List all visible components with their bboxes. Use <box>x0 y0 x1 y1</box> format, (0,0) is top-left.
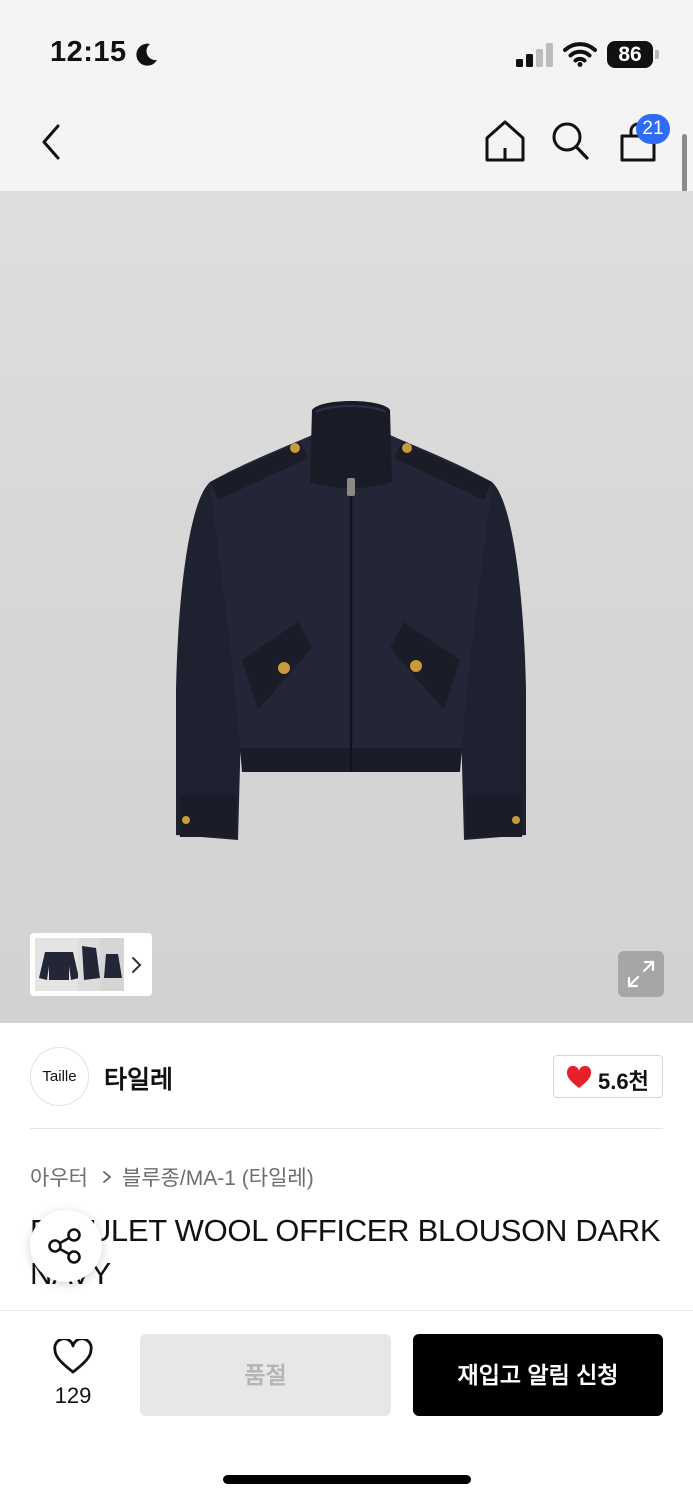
thumbnail-front[interactable] <box>35 938 83 991</box>
thumbnail-back[interactable] <box>100 938 124 991</box>
back-button[interactable] <box>36 120 72 164</box>
chevron-right-icon[interactable] <box>131 955 143 975</box>
battery-cap <box>655 50 659 59</box>
wishlist-button[interactable]: 129 <box>40 1339 106 1409</box>
share-icon <box>48 1228 81 1264</box>
breadcrumb: 아우터 블루종/MA-1 (타일레) <box>30 1162 314 1192</box>
cellular-signal-icon <box>516 43 553 67</box>
wishlist-count: 129 <box>54 1383 92 1408</box>
brand-logo[interactable]: Taille <box>30 1047 89 1106</box>
heart-outline-icon <box>53 1339 93 1374</box>
wifi-icon <box>563 42 597 67</box>
battery-level: 86 <box>607 41 653 68</box>
battery-indicator: 86 <box>607 41 659 68</box>
expand-icon <box>627 960 655 988</box>
restock-alert-button[interactable]: 재입고 알림 신청 <box>413 1334 663 1416</box>
bottom-action-bar: 129 품절 재입고 알림 신청 <box>0 1310 693 1500</box>
brand-name[interactable]: 타일레 <box>104 1060 173 1096</box>
thumbnail-jacket-back-icon <box>104 954 122 978</box>
status-bar: 12:15 86 <box>0 0 693 100</box>
product-title: EPAULET WOOL OFFICER BLOUSON DARK NAVY <box>30 1213 661 1291</box>
thumbnail-jacket-side-icon <box>82 946 100 980</box>
navigation-bar <box>0 100 693 191</box>
home-icon[interactable] <box>482 118 528 164</box>
breadcrumb-subcategory[interactable]: 블루종/MA-1 (타일레) <box>122 1162 314 1192</box>
share-button[interactable] <box>30 1210 102 1282</box>
divider <box>30 1128 663 1129</box>
heart-filled-icon <box>566 1066 592 1088</box>
image-thumbnail-strip[interactable] <box>30 933 152 996</box>
product-image-jacket[interactable] <box>170 390 532 845</box>
moon-icon <box>136 43 157 66</box>
status-time: 12:15 <box>50 36 127 68</box>
cart-count-badge: 21 <box>636 114 670 144</box>
thumbnail-jacket-icon <box>39 952 79 980</box>
thumbnail-side[interactable] <box>78 938 102 991</box>
home-indicator[interactable] <box>223 1475 471 1484</box>
breadcrumb-category[interactable]: 아우터 <box>30 1162 88 1192</box>
search-icon[interactable] <box>548 118 592 164</box>
chevron-right-icon <box>103 1171 112 1183</box>
soldout-button[interactable]: 품절 <box>140 1334 391 1416</box>
brand-like-count: 5.6천 <box>598 1069 649 1094</box>
brand-like-button[interactable]: 5.6천 <box>553 1055 663 1098</box>
expand-image-button[interactable] <box>618 951 664 997</box>
